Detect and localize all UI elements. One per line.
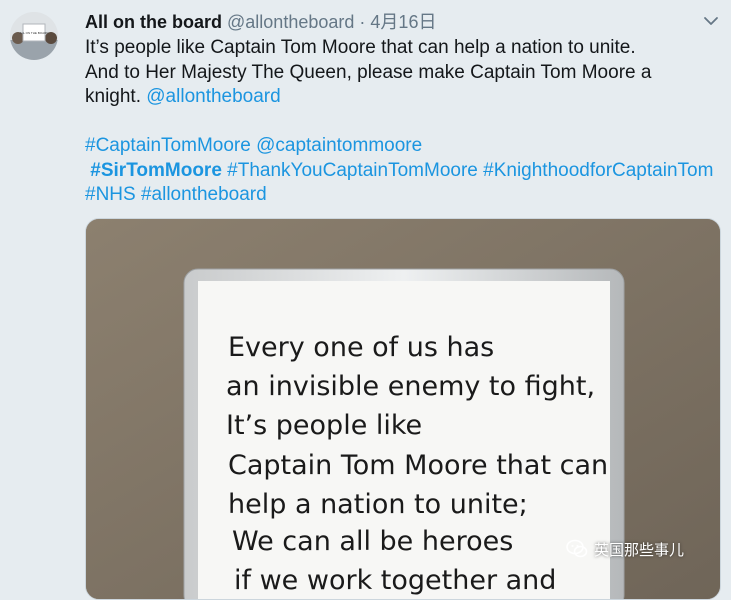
wechat-icon — [566, 539, 588, 558]
separator-dot: · — [359, 12, 366, 32]
mention-link[interactable]: @allontheboard — [146, 86, 280, 107]
board-text-line: if we work together and — [234, 565, 556, 596]
hashtag-line: #CaptainTomMoore @captaintommoore — [85, 134, 725, 159]
hashtag-link[interactable]: #SirTomMoore — [90, 160, 222, 181]
hashtag-link[interactable]: #ThankYouCaptainTomMoore — [227, 160, 478, 181]
more-button[interactable] — [700, 12, 722, 30]
tweet-text-line: knight. @allontheboard — [85, 85, 725, 110]
board-text-line: It’s people like — [226, 410, 422, 441]
hashtag-line: #SirTomMoore #ThankYouCaptainTomMoore #K… — [85, 159, 725, 208]
tweet-text-line: It’s people like Captain Tom Moore that … — [85, 37, 636, 58]
mention-link[interactable]: @captaintommoore — [256, 135, 422, 156]
hashtag-link[interactable]: #allontheboard — [141, 184, 267, 205]
watermark: 英国那些事儿 — [566, 536, 684, 562]
board-text-line: help a nation to unite; — [228, 489, 528, 520]
avatar[interactable]: ALL ON THE BOARD — [10, 12, 58, 60]
author-handle[interactable]: @allontheboard — [227, 12, 354, 32]
board-text-line: an invisible enemy to fight, — [226, 371, 595, 402]
tweet-text-line: And to Her Majesty The Queen, please mak… — [85, 61, 652, 83]
author-name[interactable]: All on the board — [85, 12, 222, 32]
hashtag-link[interactable]: #CaptainTomMoore — [85, 135, 251, 156]
tweet-date[interactable]: 4月16日 — [370, 12, 436, 32]
watermark-text: 英国那些事儿 — [594, 541, 685, 559]
hashtag-link[interactable]: #KnighthoodforCaptainTom — [483, 160, 713, 181]
avatar-sign-text: ALL ON THE BOARD — [20, 31, 50, 35]
board-text-line: Captain Tom Moore that can — [228, 450, 608, 481]
board-text-line: We can all be heroes — [232, 526, 513, 557]
tweet-header: All on the board @allontheboard · 4月16日 — [85, 10, 436, 34]
tweet-text: It’s people like Captain Tom Moore that … — [85, 36, 725, 208]
avatar-image: ALL ON THE BOARD — [10, 12, 58, 60]
tweet-text-fragment: knight. — [85, 86, 147, 107]
board-text-line: Every one of us has — [228, 332, 494, 363]
chevron-down-icon — [704, 17, 718, 25]
hashtag-link[interactable]: #NHS — [85, 184, 136, 205]
